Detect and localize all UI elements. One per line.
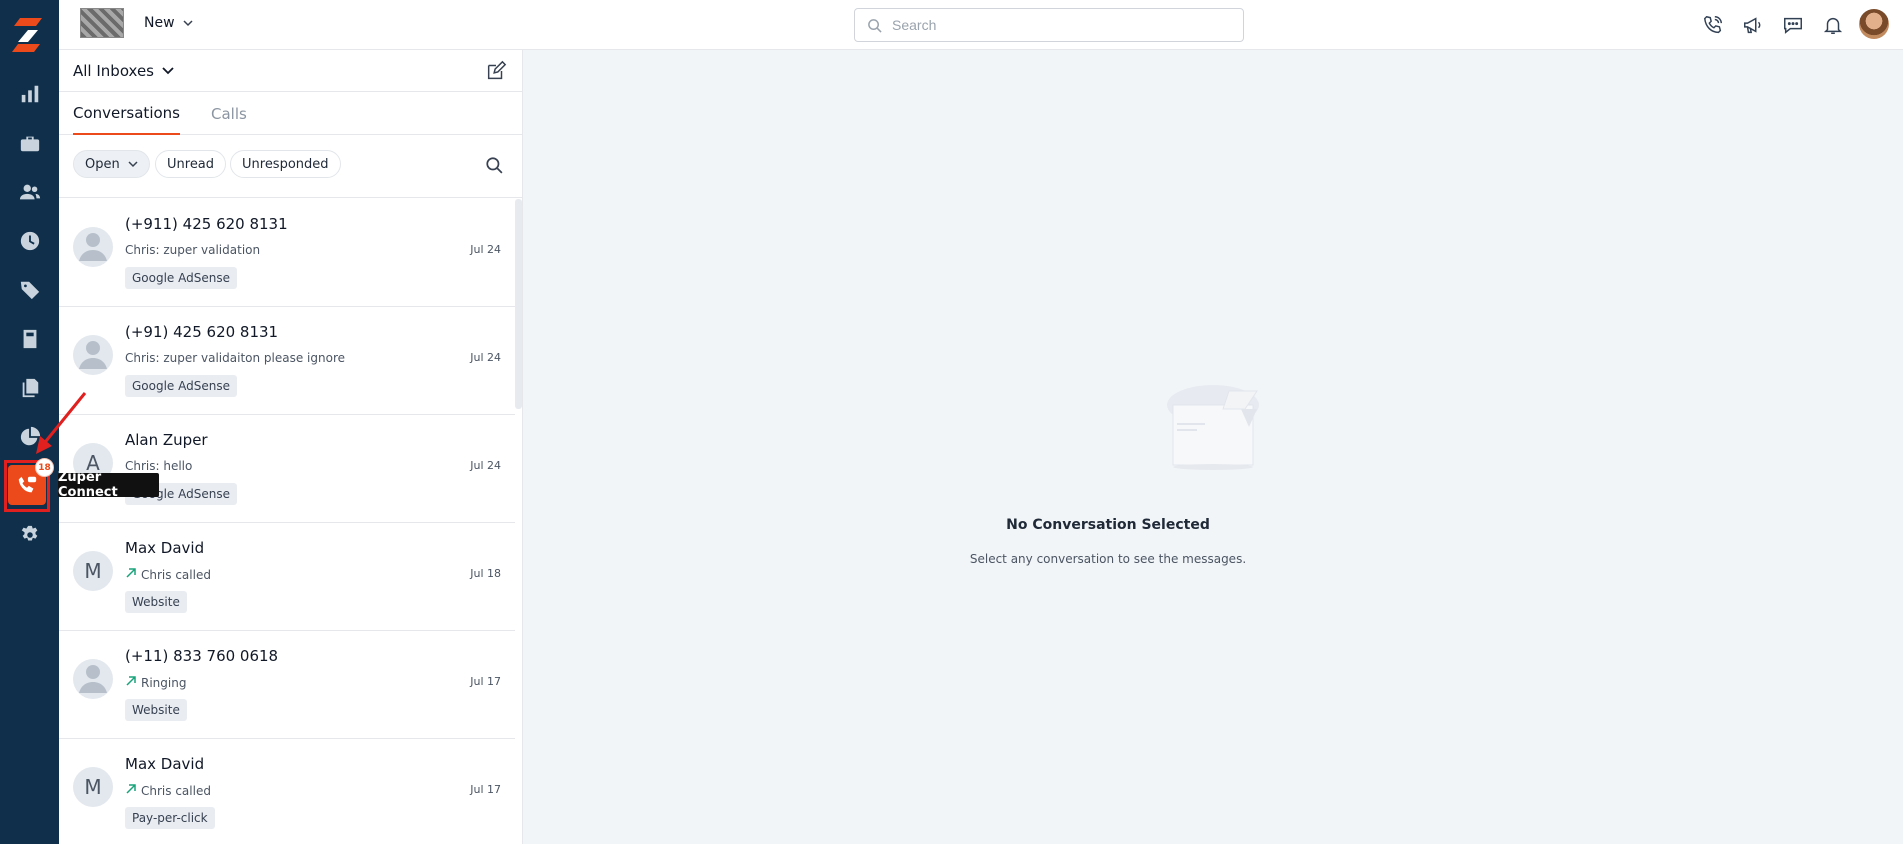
megaphone-icon[interactable] — [1740, 12, 1766, 38]
chevron-down-icon — [162, 67, 174, 75]
search-input[interactable] — [892, 17, 1212, 33]
outgoing-call-icon — [125, 567, 137, 582]
invoices-icon[interactable] — [0, 319, 59, 359]
app-root: 18 Zuper Connect New Search All Inboxes … — [0, 0, 1903, 844]
source-tag: Website — [125, 591, 187, 613]
avatar: M — [73, 767, 113, 807]
preview-text: Ringing — [141, 675, 187, 690]
avatar: M — [73, 551, 113, 591]
person-icon — [73, 227, 113, 267]
empty-state-pane: No Conversation Selected Select any conv… — [523, 50, 1903, 844]
empty-box-illustration — [1167, 385, 1259, 470]
compose-icon[interactable] — [485, 60, 507, 82]
phone-icon[interactable] — [1700, 12, 1726, 38]
conversation-panel: All Inboxes Conversations Calls Open Unr… — [59, 50, 523, 844]
zuper-logo-icon[interactable] — [6, 14, 50, 58]
avatar — [73, 335, 113, 375]
preview-text: Chris: zuper validaiton please ignore — [125, 351, 345, 365]
preview-text: Chris called — [141, 783, 211, 798]
filter-bar: Open Unread Unresponded — [59, 136, 523, 198]
chevron-down-icon — [128, 161, 138, 168]
conversation-preview: Ringing — [125, 675, 186, 690]
conversation-date: Jul 24 — [470, 243, 501, 256]
conversation-row[interactable]: (+91) 425 620 8131 Chris: zuper validaito… — [59, 307, 515, 415]
conversation-row[interactable]: M Max David Chris called Pay-per-click Jul 1… — [59, 739, 515, 844]
inbox-title: All Inboxes — [73, 62, 154, 80]
empty-state-title: No Conversation Selected — [1006, 517, 1210, 533]
conversation-name: (+11) 833 760 0618 — [125, 647, 279, 665]
tab-conversations[interactable]: Conversations — [73, 93, 180, 135]
settings-icon[interactable] — [0, 515, 59, 555]
source-tag: Google AdSense — [125, 375, 237, 397]
conversation-date: Jul 17 — [470, 783, 501, 796]
source-tag: Website — [125, 699, 187, 721]
source-tag: Pay-per-click — [125, 807, 215, 829]
status-filter-dropdown[interactable]: Open — [73, 150, 150, 178]
zuper-connect-icon — [18, 476, 37, 493]
timesheet-icon[interactable] — [0, 221, 59, 261]
preview-text: Chris: zuper validation — [125, 243, 261, 257]
search-icon — [868, 18, 882, 33]
conversation-name: Max David — [125, 755, 205, 773]
conversation-date: Jul 17 — [470, 675, 501, 688]
conversation-preview: Chris called — [125, 783, 211, 798]
conversation-preview: Chris called — [125, 567, 211, 582]
person-icon — [73, 659, 113, 699]
company-logo[interactable] — [80, 8, 124, 38]
annotation-arrow — [36, 392, 87, 454]
conversation-row[interactable]: M Max David Chris called Website Jul 18 — [59, 523, 515, 631]
preview-text: Chris called — [141, 567, 211, 582]
chat-icon[interactable] — [1780, 12, 1806, 38]
conversation-row[interactable]: A Alan Zuper Chris: hello Google AdSense Jul… — [59, 415, 515, 523]
tooltip-zuper-connect: Zuper Connect — [58, 470, 159, 500]
search-icon[interactable] — [485, 156, 503, 174]
tab-calls[interactable]: Calls — [211, 93, 247, 135]
conversation-name: (+91) 425 620 8131 — [125, 323, 279, 341]
conversation-name: Alan Zuper — [125, 431, 208, 449]
source-tag: Google AdSense — [125, 267, 237, 289]
empty-state-subtitle: Select any conversation to see the messa… — [969, 552, 1247, 566]
conversation-preview: Chris: zuper validation — [125, 243, 260, 257]
conversation-row[interactable]: (+11) 833 760 0618 Ringing Website Jul 17 — [59, 631, 515, 739]
tab-bar: Conversations Calls — [59, 93, 523, 135]
outgoing-call-icon — [125, 783, 137, 798]
conversation-name: Max David — [125, 539, 205, 557]
dashboard-icon[interactable] — [0, 74, 59, 114]
new-label: New — [144, 15, 175, 31]
conversation-preview: Chris: zuper validaiton please ignore — [125, 351, 345, 365]
person-icon — [73, 335, 113, 375]
outgoing-call-icon — [125, 675, 137, 690]
avatar — [73, 659, 113, 699]
conversation-name: (+911) 425 620 8131 — [125, 215, 288, 233]
user-avatar[interactable] — [1859, 9, 1889, 39]
unread-filter-chip[interactable]: Unread — [155, 150, 227, 178]
inbox-selector[interactable]: All Inboxes — [73, 62, 174, 80]
list-scrollbar[interactable] — [515, 199, 522, 409]
customers-icon[interactable] — [0, 172, 59, 212]
jobs-icon[interactable] — [0, 123, 59, 163]
status-filter-label: Open — [85, 156, 120, 172]
new-dropdown-button[interactable]: New — [144, 15, 193, 31]
top-bar: New — [59, 0, 1903, 50]
chevron-down-icon — [183, 20, 193, 27]
avatar — [73, 227, 113, 267]
inbox-header: All Inboxes — [59, 50, 523, 92]
notification-badge: 18 — [35, 458, 54, 477]
conversation-row[interactable]: (+911) 425 620 8131 Chris: zuper validati… — [59, 199, 515, 307]
bell-icon[interactable] — [1820, 12, 1846, 38]
unresponded-filter-chip[interactable]: Unresponded — [230, 150, 341, 178]
conversation-list: (+911) 425 620 8131 Chris: zuper validati… — [59, 199, 515, 844]
conversation-date: Jul 24 — [470, 459, 501, 472]
global-search[interactable] — [854, 8, 1244, 42]
conversation-date: Jul 18 — [470, 567, 501, 580]
products-icon[interactable] — [0, 270, 59, 310]
conversation-date: Jul 24 — [470, 351, 501, 364]
